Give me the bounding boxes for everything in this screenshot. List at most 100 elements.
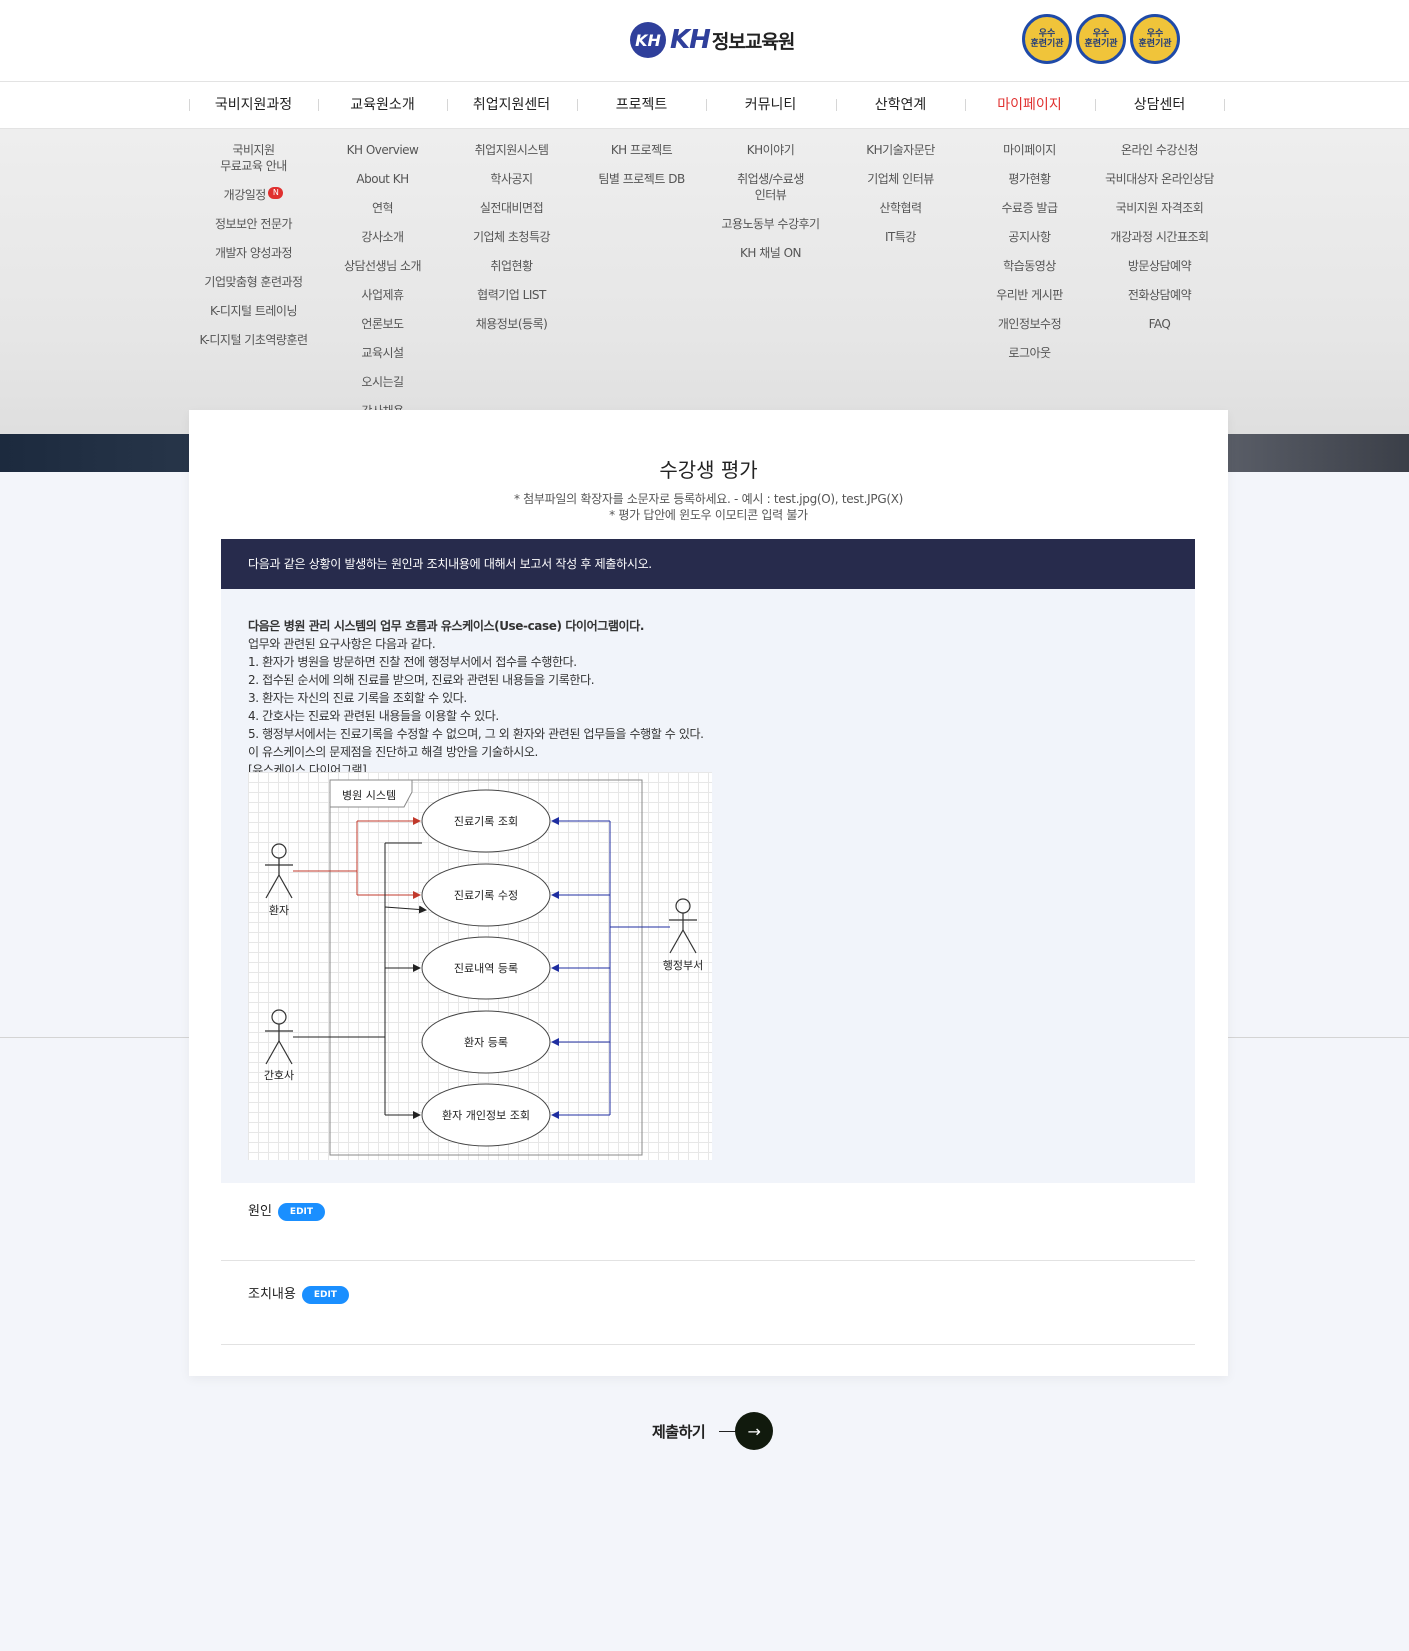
submenu-link[interactable]: 채용정보(등록) [447, 316, 576, 332]
submenu-link[interactable]: 정보보안 전문가 [189, 216, 318, 232]
submenu-link[interactable]: KH이야기 [706, 142, 835, 158]
logo-brand: KH [670, 25, 711, 55]
emoji-notice: * 평가 답안에 윈도우 이모티콘 입력 불가 [609, 508, 808, 522]
actor-label: 환자 [269, 904, 289, 917]
question-line: 5. 행정부서에서는 진료기록을 수정할 수 없으며, 그 외 환자와 관련된 … [248, 727, 704, 741]
submenu-link[interactable]: About KH [318, 171, 447, 187]
submenu-link[interactable]: 취업생/수료생 인터뷰 [706, 171, 835, 203]
submenu-industry: KH기술자문단 기업체 인터뷰 산학협력 IT특강 [836, 129, 965, 245]
question-line: 1. 환자가 병원을 방문하면 진찰 전에 행정부서에서 접수를 수행한다. [248, 655, 577, 669]
submenu-link[interactable]: 기업맞춤형 훈련과정 [189, 274, 318, 290]
submenu-link[interactable]: 사업제휴 [318, 287, 447, 303]
submenu-link[interactable]: 실전대비면접 [447, 200, 576, 216]
submenu-link[interactable]: 마이페이지 [965, 142, 1094, 158]
action-edit-button[interactable]: EDIT [301, 1285, 349, 1304]
submenu-link[interactable]: 평가현황 [965, 171, 1094, 187]
answer-divider [221, 1260, 1195, 1261]
nav-item-project[interactable]: 프로젝트 [577, 82, 706, 128]
logo-mark-icon: KH [630, 22, 666, 58]
usecase-register-treatment: 진료내역 등록 [421, 936, 551, 1000]
submenu-link[interactable]: 개인정보수정 [965, 316, 1094, 332]
actor-label: 행정부서 [663, 959, 703, 972]
submenu-link[interactable]: 취업지원시스템 [447, 142, 576, 158]
submenu-link[interactable]: 개발자 양성과정 [189, 245, 318, 261]
submenu-link[interactable]: 기업체 인터뷰 [836, 171, 965, 187]
usecase-label: 진료내역 등록 [454, 962, 518, 975]
submenu-link[interactable]: 국비대상자 온라인상담 [1095, 171, 1224, 187]
nav-divider [1224, 99, 1225, 111]
submenu-link[interactable]: K-디지털 기초역량훈련 [189, 332, 318, 348]
nav-item-career[interactable]: 취업지원센터 [447, 82, 576, 128]
submit-button[interactable]: 제출하기 → [652, 1412, 774, 1450]
question-line: 2. 접수된 순서에 의해 진료를 받으며, 진료와 관련된 내용들을 기록한다… [248, 673, 595, 687]
award-badges: 우수 훈련기관 우수 훈련기관 우수 훈련기관 [1022, 14, 1180, 64]
nav-item-industry[interactable]: 산학연계 [836, 82, 965, 128]
admin-associations [551, 817, 670, 1119]
submenu-link[interactable]: KH 채널 ON [706, 245, 835, 261]
system-label: 병원 시스템 [342, 789, 396, 802]
submenu-link[interactable]: K-디지털 트레이닝 [189, 303, 318, 319]
submit-label: 제출하기 [652, 1422, 706, 1441]
site-header: KH KH 정보교육원 우수 훈련기관 우수 훈련기관 우수 훈련기관 [0, 0, 1409, 82]
patient-associations [293, 817, 421, 899]
submenu-link[interactable]: 국비지원 자격조회 [1095, 200, 1224, 216]
submenu-link-schedule[interactable]: 개강일정 N [189, 187, 318, 203]
submenu-link[interactable]: 교육시설 [318, 345, 447, 361]
award-badge-icon: 우수 훈련기관 [1130, 14, 1180, 64]
submenu-link[interactable]: 취업현황 [447, 258, 576, 274]
new-badge: N [267, 187, 284, 199]
submenu-link[interactable]: 우리반 게시판 [965, 287, 1094, 303]
submenu-about: KH Overview About KH 연혁 강사소개 상담선생님 소개 사업… [318, 129, 447, 419]
submenu-link[interactable]: 학습동영상 [965, 258, 1094, 274]
actor-label: 간호사 [264, 1069, 294, 1082]
usecase-register-patient: 환자 등록 [421, 1010, 551, 1074]
nav-item-community[interactable]: 커뮤니티 [706, 82, 835, 128]
submenu-link[interactable]: KH Overview [318, 142, 447, 158]
site-logo[interactable]: KH KH 정보교육원 [630, 22, 795, 58]
submenu-link[interactable]: 고용노동부 수강후기 [706, 216, 835, 232]
submenu-project: KH 프로젝트 팀별 프로젝트 DB [577, 129, 706, 187]
submenu-link[interactable]: 오시는길 [318, 374, 447, 390]
usecase-diagram-svg: 병원 시스템 진료기록 조회 진료기록 수정 진료내역 등록 환자 등록 환자 … [264, 779, 703, 1156]
submenu-mypage: 마이페이지 평가현황 수료증 발급 공지사항 학습동영상 우리반 게시판 개인정… [965, 129, 1094, 361]
submenu-link[interactable]: 연혁 [318, 200, 447, 216]
submenu-link[interactable]: 학사공지 [447, 171, 576, 187]
nav-item-about[interactable]: 교육원소개 [318, 82, 447, 128]
award-badge-icon: 우수 훈련기관 [1076, 14, 1126, 64]
usecase-label: 환자 개인정보 조회 [442, 1109, 530, 1122]
submenu-link[interactable]: 공지사항 [965, 229, 1094, 245]
submenu-link[interactable]: KH기술자문단 [836, 142, 965, 158]
submenu-link[interactable]: 산학협력 [836, 200, 965, 216]
nav-item-counsel[interactable]: 상담센터 [1095, 82, 1224, 128]
submenu-link[interactable]: 방문상담예약 [1095, 258, 1224, 274]
submenu-link[interactable]: 언론보도 [318, 316, 447, 332]
submenu-link[interactable]: 기업체 초청특강 [447, 229, 576, 245]
submenu-link[interactable]: 강사소개 [318, 229, 447, 245]
question-line: 4. 간호사는 진료와 관련된 내용들을 이용할 수 있다. [248, 709, 499, 723]
arrow-right-icon: → [735, 1412, 774, 1450]
submenu-link[interactable]: 전화상담예약 [1095, 287, 1224, 303]
submenu-link[interactable]: 팀별 프로젝트 DB [577, 171, 706, 187]
submenu-link[interactable]: KH 프로젝트 [577, 142, 706, 158]
nav-item-national-course[interactable]: 국비지원과정 [189, 82, 318, 128]
main-navigation: 국비지원과정 교육원소개 취업지원센터 프로젝트 커뮤니티 산학연계 마이페이지… [0, 82, 1409, 129]
submenu-link[interactable]: 수료증 발급 [965, 200, 1094, 216]
nav-item-mypage[interactable]: 마이페이지 [965, 82, 1094, 128]
submenu-link[interactable]: FAQ [1095, 316, 1224, 332]
submenu-link[interactable]: 온라인 수강신청 [1095, 142, 1224, 158]
usecase-label: 환자 등록 [464, 1036, 508, 1049]
action-label: 조치내용 [248, 1287, 296, 1302]
question-body: 다음은 병원 관리 시스템의 업무 흐름과 유스케이스(Use-case) 다이… [221, 589, 1195, 1183]
submenu-link[interactable]: IT특강 [836, 229, 965, 245]
submenu-link[interactable]: 협력기업 LIST [447, 287, 576, 303]
submenu-link[interactable]: 개강과정 시간표조회 [1095, 229, 1224, 245]
evaluation-card: 수강생 평가 * 첨부파일의 확장자를 소문자로 등록하세요. - 예시 : t… [189, 410, 1228, 1376]
submenu-link[interactable]: 상담선생님 소개 [318, 258, 447, 274]
page-title: 수강생 평가 [659, 458, 758, 482]
cause-edit-button[interactable]: EDIT [277, 1202, 326, 1221]
submenu-link-logout[interactable]: 로그아웃 [965, 345, 1094, 361]
question-text: 다음은 병원 관리 시스템의 업무 흐름과 유스케이스(Use-case) 다이… [248, 617, 704, 779]
actor-nurse-icon [265, 1009, 293, 1065]
submenu-link[interactable]: 국비지원 무료교육 안내 [189, 142, 318, 174]
question-line: 다음은 병원 관리 시스템의 업무 흐름과 유스케이스(Use-case) 다이… [248, 619, 644, 633]
